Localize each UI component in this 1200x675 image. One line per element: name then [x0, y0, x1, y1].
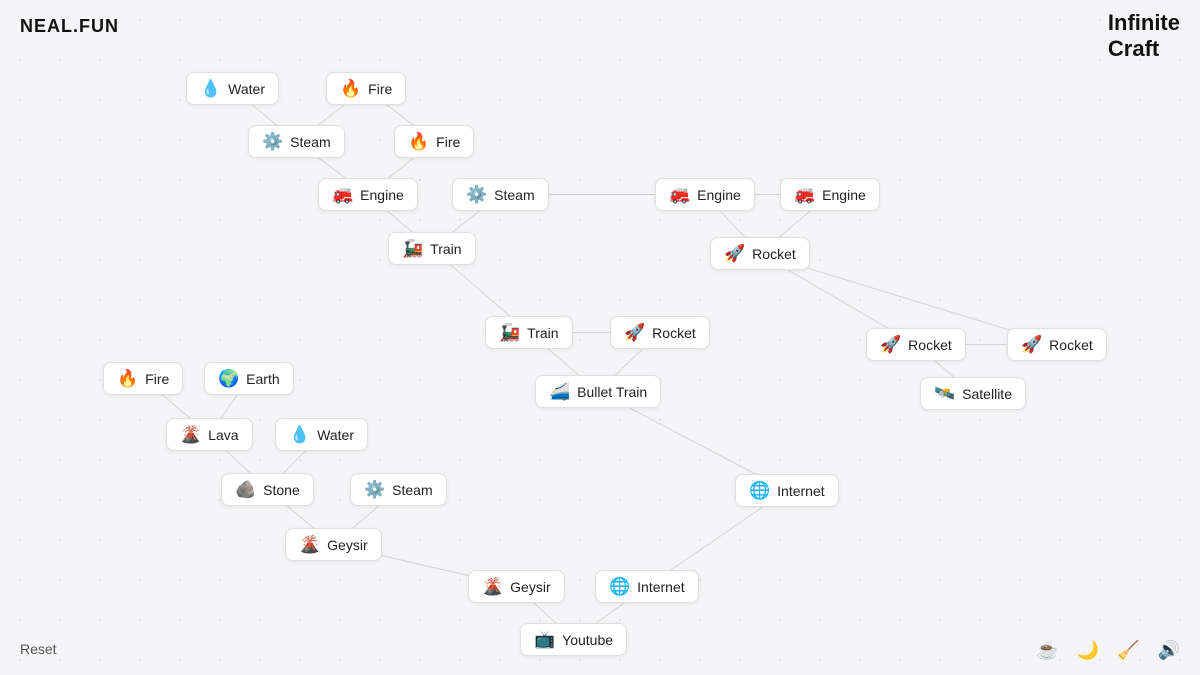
- node-emoji-stone1: 🪨: [235, 481, 256, 498]
- node-label-internet2: Internet: [637, 579, 684, 595]
- craft-node-satellite1[interactable]: 🛰️ Satellite: [920, 377, 1026, 410]
- craft-node-internet1[interactable]: 🌐 Internet: [735, 474, 839, 507]
- node-emoji-steam1: ⚙️: [262, 133, 283, 150]
- node-label-steam1: Steam: [290, 134, 330, 150]
- craft-node-rocket3[interactable]: 🚀 Rocket: [866, 328, 966, 361]
- node-label-train1: Train: [430, 241, 461, 257]
- craft-node-lava1[interactable]: 🌋 Lava: [166, 418, 253, 451]
- node-emoji-satellite1: 🛰️: [934, 385, 955, 402]
- node-label-fire3: Fire: [145, 371, 169, 387]
- craft-node-steam3[interactable]: ⚙️ Steam: [350, 473, 447, 506]
- craft-node-train1[interactable]: 🚂 Train: [388, 232, 476, 265]
- node-emoji-youtube1: 📺: [534, 631, 555, 648]
- node-label-youtube1: Youtube: [562, 632, 613, 648]
- node-label-internet1: Internet: [777, 483, 824, 499]
- node-emoji-steam2: ⚙️: [466, 186, 487, 203]
- craft-node-earth1[interactable]: 🌍 Earth: [204, 362, 294, 395]
- node-emoji-internet1: 🌐: [749, 482, 770, 499]
- craft-node-steam1[interactable]: ⚙️ Steam: [248, 125, 345, 158]
- node-label-steam2: Steam: [494, 187, 534, 203]
- node-emoji-rocket2: 🚀: [624, 324, 645, 341]
- node-emoji-train1: 🚂: [402, 240, 423, 257]
- node-label-water2: Water: [317, 427, 354, 443]
- node-emoji-rocket3: 🚀: [880, 336, 901, 353]
- node-emoji-water2: 💧: [289, 426, 310, 443]
- craft-node-train2[interactable]: 🚂 Train: [485, 316, 573, 349]
- craft-node-geysir1[interactable]: 🌋 Geysir: [285, 528, 382, 561]
- craft-node-fire2[interactable]: 🔥 Fire: [394, 125, 474, 158]
- node-label-train2: Train: [527, 325, 558, 341]
- node-label-rocket4: Rocket: [1049, 337, 1093, 353]
- craft-node-engine3[interactable]: 🚒 Engine: [780, 178, 880, 211]
- sound-icon[interactable]: 🔊: [1158, 640, 1180, 661]
- coffee-icon[interactable]: ☕: [1036, 640, 1058, 661]
- craft-node-rocket1[interactable]: 🚀 Rocket: [710, 237, 810, 270]
- node-emoji-bullet_train1: 🚄: [549, 383, 570, 400]
- node-label-rocket1: Rocket: [752, 246, 796, 262]
- craft-node-rocket2[interactable]: 🚀 Rocket: [610, 316, 710, 349]
- moon-icon[interactable]: 🌙: [1077, 640, 1099, 661]
- node-emoji-engine2: 🚒: [669, 186, 690, 203]
- infinite-craft-logo: Infinite Craft: [1108, 10, 1180, 63]
- node-label-fire2: Fire: [436, 134, 460, 150]
- craft-node-internet2[interactable]: 🌐 Internet: [595, 570, 699, 603]
- node-emoji-steam3: ⚙️: [364, 481, 385, 498]
- reset-button[interactable]: Reset: [20, 641, 57, 657]
- craft-node-geysir2[interactable]: 🌋 Geysir: [468, 570, 565, 603]
- node-label-stone1: Stone: [263, 482, 300, 498]
- node-label-bullet_train1: Bullet Train: [577, 384, 647, 400]
- craft-node-youtube1[interactable]: 📺 Youtube: [520, 623, 627, 656]
- neal-fun-logo: NEAL.FUN: [20, 16, 119, 37]
- broom-icon[interactable]: 🧹: [1117, 640, 1139, 661]
- craft-node-bullet_train1[interactable]: 🚄 Bullet Train: [535, 375, 661, 408]
- node-emoji-fire3: 🔥: [117, 370, 138, 387]
- node-label-rocket2: Rocket: [652, 325, 696, 341]
- node-label-engine2: Engine: [697, 187, 741, 203]
- infinite-craft-line2: Craft: [1108, 36, 1180, 62]
- node-emoji-lava1: 🌋: [180, 426, 201, 443]
- node-label-geysir1: Geysir: [327, 537, 367, 553]
- craft-node-water1[interactable]: 💧 Water: [186, 72, 279, 105]
- node-emoji-engine1: 🚒: [332, 186, 353, 203]
- node-emoji-geysir2: 🌋: [482, 578, 503, 595]
- node-emoji-geysir1: 🌋: [299, 536, 320, 553]
- node-emoji-water1: 💧: [200, 80, 221, 97]
- node-label-lava1: Lava: [208, 427, 238, 443]
- craft-node-rocket4[interactable]: 🚀 Rocket: [1007, 328, 1107, 361]
- craft-node-engine1[interactable]: 🚒 Engine: [318, 178, 418, 211]
- node-label-earth1: Earth: [246, 371, 279, 387]
- infinite-craft-line1: Infinite: [1108, 10, 1180, 36]
- node-emoji-rocket1: 🚀: [724, 245, 745, 262]
- node-emoji-rocket4: 🚀: [1021, 336, 1042, 353]
- bottom-toolbar: ☕ 🌙 🧹 🔊: [1036, 640, 1180, 661]
- node-label-engine1: Engine: [360, 187, 404, 203]
- craft-node-fire1[interactable]: 🔥 Fire: [326, 72, 406, 105]
- craft-node-water2[interactable]: 💧 Water: [275, 418, 368, 451]
- node-label-fire1: Fire: [368, 81, 392, 97]
- craft-node-engine2[interactable]: 🚒 Engine: [655, 178, 755, 211]
- craft-node-fire3[interactable]: 🔥 Fire: [103, 362, 183, 395]
- node-emoji-engine3: 🚒: [794, 186, 815, 203]
- node-label-water1: Water: [228, 81, 265, 97]
- node-label-satellite1: Satellite: [962, 386, 1012, 402]
- node-emoji-internet2: 🌐: [609, 578, 630, 595]
- node-label-rocket3: Rocket: [908, 337, 952, 353]
- node-emoji-fire2: 🔥: [408, 133, 429, 150]
- node-emoji-fire1: 🔥: [340, 80, 361, 97]
- node-label-engine3: Engine: [822, 187, 866, 203]
- node-label-steam3: Steam: [392, 482, 432, 498]
- node-label-geysir2: Geysir: [510, 579, 550, 595]
- craft-node-stone1[interactable]: 🪨 Stone: [221, 473, 314, 506]
- node-emoji-train2: 🚂: [499, 324, 520, 341]
- craft-node-steam2[interactable]: ⚙️ Steam: [452, 178, 549, 211]
- node-emoji-earth1: 🌍: [218, 370, 239, 387]
